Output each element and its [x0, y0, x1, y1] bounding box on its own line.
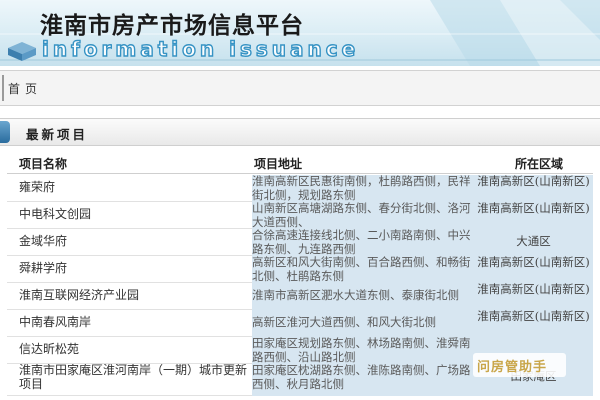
project-region: 淮南高新区(山南新区) [474, 175, 593, 202]
site-header: 淮南市房产市场信息平台 information issuance [0, 0, 600, 66]
section-header: 最新项目 [0, 118, 600, 146]
breadcrumb: 首页 [0, 70, 600, 106]
breadcrumb-divider [2, 75, 4, 101]
column-header-region: 所在区域 [515, 157, 564, 171]
table-row: 中电科文创园 山南新区高塘湖路东侧、春分街北侧、洛河大道西侧、 淮南高新区(山南… [7, 202, 593, 229]
project-name-link[interactable]: 中南春风南岸 [7, 310, 249, 337]
site-subtitle: information issuance [41, 36, 360, 61]
project-name-link[interactable]: 淮南互联网经济产业园 [7, 283, 249, 310]
project-address: 田家庵区枕湖路东侧、淮陈路南侧、广场路西侧、秋月路北侧 [252, 364, 474, 396]
section-title: 最新项目 [26, 127, 89, 142]
project-name-link[interactable]: 淮南市田家庵区淮河南岸（一期）城市更新项目 [7, 364, 249, 396]
project-region: 淮南高新区(山南新区) [474, 283, 593, 310]
project-address: 山南新区高塘湖路东侧、春分街北侧、洛河大道西侧、 [252, 202, 474, 229]
building-logo-icon [8, 42, 36, 61]
table-row: 金域华府 合徐高速连接线北侧、二小南路南侧、中兴路东侧、九连路西侧 大通区 [7, 229, 593, 256]
project-name-link[interactable]: 舜耕学府 [7, 256, 249, 283]
section-tab-marker [0, 121, 10, 143]
project-address: 合徐高速连接线北侧、二小南路南侧、中兴路东侧、九连路西侧 [252, 229, 474, 256]
project-region: 大通区 [474, 229, 593, 256]
watermark-badge: 问房管助手 [473, 353, 566, 377]
project-region: 淮南高新区(山南新区) [474, 202, 593, 229]
project-name-link[interactable]: 信达昕松苑 [7, 337, 249, 364]
project-region: 淮南高新区(山南新区) [474, 310, 593, 337]
project-name-link[interactable]: 雍荣府 [7, 175, 249, 202]
table-row: 中南春风南岸 高新区淮河大道西侧、和风大街北侧 淮南高新区(山南新区) [7, 310, 593, 337]
site-title: 淮南市房产市场信息平台 [40, 13, 304, 39]
column-header-address: 项目地址 [254, 157, 303, 171]
table-row: 淮南互联网经济产业园 淮南市高新区淝水大道东侧、泰康街北侧 淮南高新区(山南新区… [7, 283, 593, 310]
project-address: 淮南高新区民惠街南侧，杜鹃路西侧，民祥街北侧，规划路东侧 [252, 175, 474, 202]
project-address: 高新区淮河大道西侧、和风大街北侧 [252, 310, 474, 337]
breadcrumb-home-link[interactable]: 首页 [8, 80, 42, 97]
column-header-name: 项目名称 [19, 157, 68, 171]
project-address: 田家庵区规划路东侧、林场路南侧、淮舜南路西侧、沿山路北侧 [252, 337, 474, 364]
table-header: 项目名称 项目地址 所在区域 [7, 150, 593, 174]
table-row: 舜耕学府 高新区和风大街南侧、百合路西侧、和畅街北侧、杜鹃路东侧 淮南高新区(山… [7, 256, 593, 283]
project-address: 高新区和风大街南侧、百合路西侧、和畅街北侧、杜鹃路东侧 [252, 256, 474, 283]
project-name-link[interactable]: 金域华府 [7, 229, 249, 256]
project-address: 淮南市高新区淝水大道东侧、泰康街北侧 [252, 283, 474, 310]
project-region: 淮南高新区(山南新区) [474, 256, 593, 283]
table-row: 雍荣府 淮南高新区民惠街南侧，杜鹃路西侧，民祥街北侧，规划路东侧 淮南高新区(山… [7, 175, 593, 202]
project-name-link[interactable]: 中电科文创园 [7, 202, 249, 229]
